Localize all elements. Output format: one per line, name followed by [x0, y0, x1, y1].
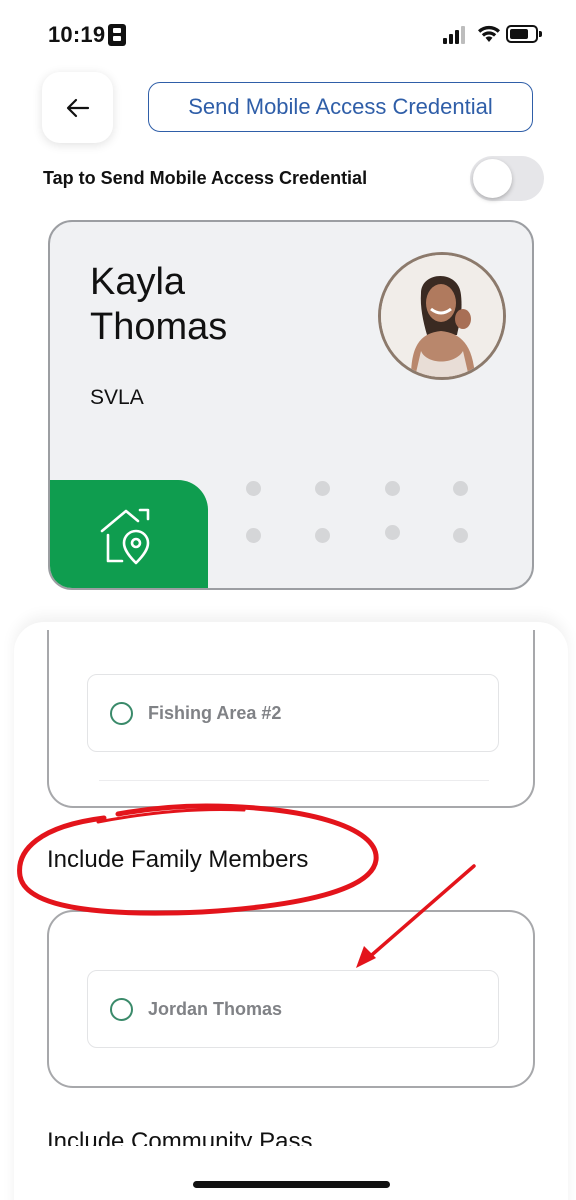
annotation-ellipse — [17, 803, 379, 916]
annotation-overlay — [17, 803, 476, 968]
annotation-arrowhead — [356, 946, 376, 968]
annotation-arrow — [364, 864, 476, 962]
home-indicator[interactable] — [193, 1181, 390, 1188]
